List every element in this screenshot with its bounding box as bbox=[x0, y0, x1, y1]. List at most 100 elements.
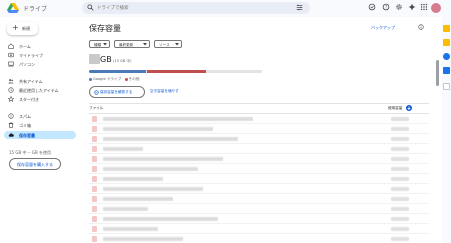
filter-modified[interactable]: 最終更新 bbox=[114, 40, 150, 48]
table-row[interactable] bbox=[89, 144, 429, 154]
sidebar-item-storage[interactable]: 保存容量 bbox=[4, 131, 76, 139]
file-size-redacted bbox=[391, 207, 409, 211]
apps-grid-icon[interactable] bbox=[420, 3, 428, 11]
file-size-redacted bbox=[391, 147, 409, 151]
storage-bar bbox=[89, 70, 262, 73]
sidebar-item-home[interactable]: ホーム bbox=[4, 42, 76, 50]
table-row[interactable] bbox=[89, 214, 429, 224]
info-icon[interactable] bbox=[418, 24, 424, 30]
file-name-redacted bbox=[103, 227, 158, 231]
table-row[interactable] bbox=[89, 174, 429, 184]
chevron-down-icon bbox=[175, 43, 179, 46]
file-name-redacted bbox=[103, 157, 223, 161]
backup-link[interactable]: バックアップ bbox=[371, 25, 395, 31]
filter-type[interactable]: 種類 bbox=[89, 40, 110, 48]
sidebar-item-recent[interactable]: 最近使用したアイテム bbox=[4, 86, 76, 94]
table-row[interactable] bbox=[89, 234, 429, 243]
sidebar-item-my-drive[interactable]: マイドライブ bbox=[4, 51, 76, 59]
tasks-icon[interactable] bbox=[443, 53, 450, 60]
free-up-space-link[interactable]: 空き容量を増やす bbox=[150, 89, 179, 94]
scrollbar[interactable] bbox=[436, 60, 439, 86]
calendar-icon[interactable] bbox=[443, 25, 450, 32]
column-header-file[interactable]: ファイル bbox=[89, 106, 103, 111]
file-type-icon bbox=[92, 156, 97, 162]
file-name-redacted bbox=[103, 187, 203, 191]
buy-storage-button[interactable]: 保存容量を購入する bbox=[9, 158, 61, 170]
app-title[interactable]: ドライブ bbox=[23, 4, 47, 13]
keep-icon[interactable] bbox=[443, 39, 450, 46]
storage-legend: Google ドライブ その他 bbox=[89, 77, 139, 82]
google-drive-icon[interactable] bbox=[7, 3, 19, 13]
file-size-redacted bbox=[391, 237, 409, 241]
top-bar: ドライブ ? bbox=[0, 0, 451, 17]
sidebar-item-computers[interactable]: パソコン bbox=[4, 60, 76, 68]
account-avatar[interactable] bbox=[431, 3, 441, 13]
sidebar-item-label: スパム bbox=[19, 113, 31, 119]
sort-button[interactable] bbox=[406, 105, 412, 111]
contacts-icon[interactable] bbox=[443, 67, 450, 74]
file-type-icon bbox=[92, 166, 97, 172]
sidebar-item-label: 共有アイテム bbox=[19, 78, 43, 84]
file-type-icon bbox=[92, 176, 97, 182]
star-icon bbox=[8, 96, 14, 102]
storage-unit: GB bbox=[100, 55, 112, 64]
file-size-redacted bbox=[391, 157, 409, 161]
new-button-label: 新規 bbox=[22, 26, 30, 31]
filter-icon[interactable] bbox=[296, 4, 303, 11]
file-name-redacted bbox=[103, 137, 238, 141]
gemini-sparkle-icon[interactable] bbox=[408, 3, 416, 11]
new-button[interactable]: + 新規 bbox=[7, 22, 38, 35]
search-bar[interactable] bbox=[82, 2, 310, 14]
column-header-storage-used[interactable]: 使用容量 bbox=[388, 106, 402, 111]
table-row[interactable] bbox=[89, 164, 429, 174]
table-row[interactable] bbox=[89, 194, 429, 204]
status-icon[interactable] bbox=[368, 3, 376, 11]
filter-type-label: 種類 bbox=[94, 42, 102, 47]
sidebar-item-trash[interactable]: ゴミ箱 bbox=[4, 121, 76, 129]
file-size-redacted bbox=[391, 127, 409, 131]
sidebar-item-label: 最近使用したアイテム bbox=[19, 87, 59, 93]
chevron-down-icon bbox=[103, 43, 107, 46]
table-row[interactable] bbox=[89, 204, 429, 214]
file-size-redacted bbox=[391, 187, 409, 191]
page-title: 保存容量 bbox=[89, 24, 121, 33]
file-type-icon bbox=[92, 226, 97, 232]
file-name-redacted bbox=[103, 117, 253, 121]
file-name-redacted bbox=[103, 207, 148, 211]
search-icon[interactable] bbox=[87, 4, 94, 11]
file-size-redacted bbox=[391, 117, 409, 121]
file-name-redacted bbox=[103, 167, 198, 171]
filter-source[interactable]: ソース bbox=[154, 40, 182, 48]
file-type-icon bbox=[92, 126, 97, 132]
table-row[interactable] bbox=[89, 224, 429, 234]
file-list bbox=[89, 114, 429, 243]
file-size-redacted bbox=[391, 137, 409, 141]
file-name-redacted bbox=[103, 127, 213, 131]
search-input[interactable] bbox=[97, 3, 277, 13]
sidebar-item-spam[interactable]: スパム bbox=[4, 112, 76, 120]
clean-up-space-button[interactable]: 保存容量を解放する bbox=[89, 86, 145, 98]
plus-icon: + bbox=[12, 23, 19, 32]
file-size-redacted bbox=[391, 217, 409, 221]
file-type-icon bbox=[92, 146, 97, 152]
sidebar-item-label: スター付き bbox=[19, 96, 39, 102]
table-row[interactable] bbox=[89, 114, 429, 124]
legend-other-label: その他 bbox=[128, 77, 140, 81]
table-row[interactable] bbox=[89, 154, 429, 164]
table-row[interactable] bbox=[89, 184, 429, 194]
file-type-icon bbox=[92, 136, 97, 142]
gear-icon[interactable] bbox=[395, 3, 403, 11]
sidebar-item-shared[interactable]: 共有アイテム bbox=[4, 77, 76, 85]
file-type-icon bbox=[92, 196, 97, 202]
storage-bar-drive bbox=[89, 70, 147, 73]
cloud-icon bbox=[8, 133, 14, 137]
help-icon[interactable]: ? bbox=[382, 3, 390, 11]
file-type-icon bbox=[92, 216, 97, 222]
filter-source-label: ソース bbox=[159, 42, 170, 47]
sidebar-item-starred[interactable]: スター付き bbox=[4, 95, 76, 103]
storage-usage-text: 15 GB 中 -- GB を使用 bbox=[9, 150, 52, 155]
table-row[interactable] bbox=[89, 124, 429, 134]
arrow-down-icon bbox=[407, 106, 411, 110]
table-row[interactable] bbox=[89, 134, 429, 144]
add-addon-icon[interactable] bbox=[443, 83, 450, 90]
